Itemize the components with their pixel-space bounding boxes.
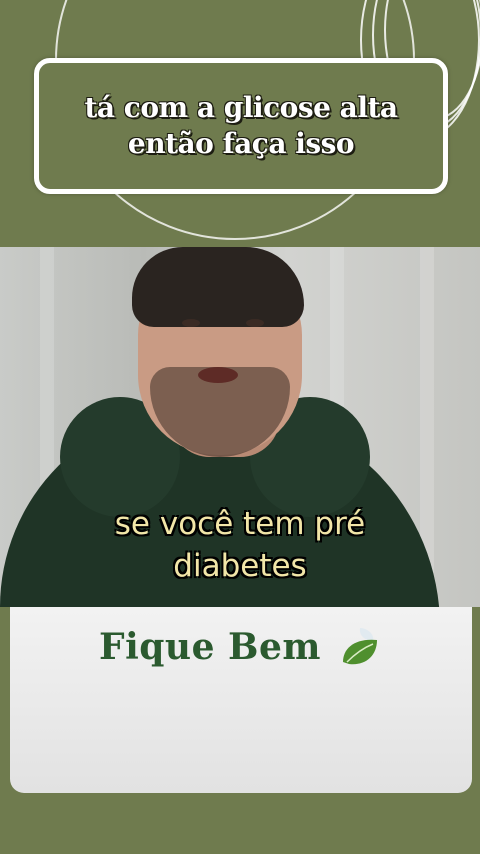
video-caption: se você tem pré diabetes bbox=[0, 503, 480, 587]
headline-line-2: então faça isso bbox=[127, 127, 355, 160]
presenter-eye bbox=[246, 319, 264, 327]
reel-stage: tá com a glicose alta então faça isso se… bbox=[0, 0, 480, 854]
brand-name: Fique Bem bbox=[99, 626, 321, 668]
leaf-icon bbox=[342, 628, 377, 665]
headline-card: tá com a glicose alta então faça isso bbox=[34, 58, 448, 194]
brand-row: Fique Bem bbox=[10, 617, 472, 677]
presenter-eye bbox=[182, 319, 200, 327]
brand-card: Fique Bem bbox=[10, 607, 472, 793]
headline-line-1: tá com a glicose alta bbox=[84, 91, 398, 124]
presenter-hair bbox=[132, 247, 304, 327]
caption-line-1: se você tem pré bbox=[114, 506, 366, 542]
caption-line-2: diabetes bbox=[173, 548, 307, 584]
video-player[interactable]: se você tem pré diabetes bbox=[0, 247, 480, 607]
presenter-mouth bbox=[198, 367, 238, 383]
